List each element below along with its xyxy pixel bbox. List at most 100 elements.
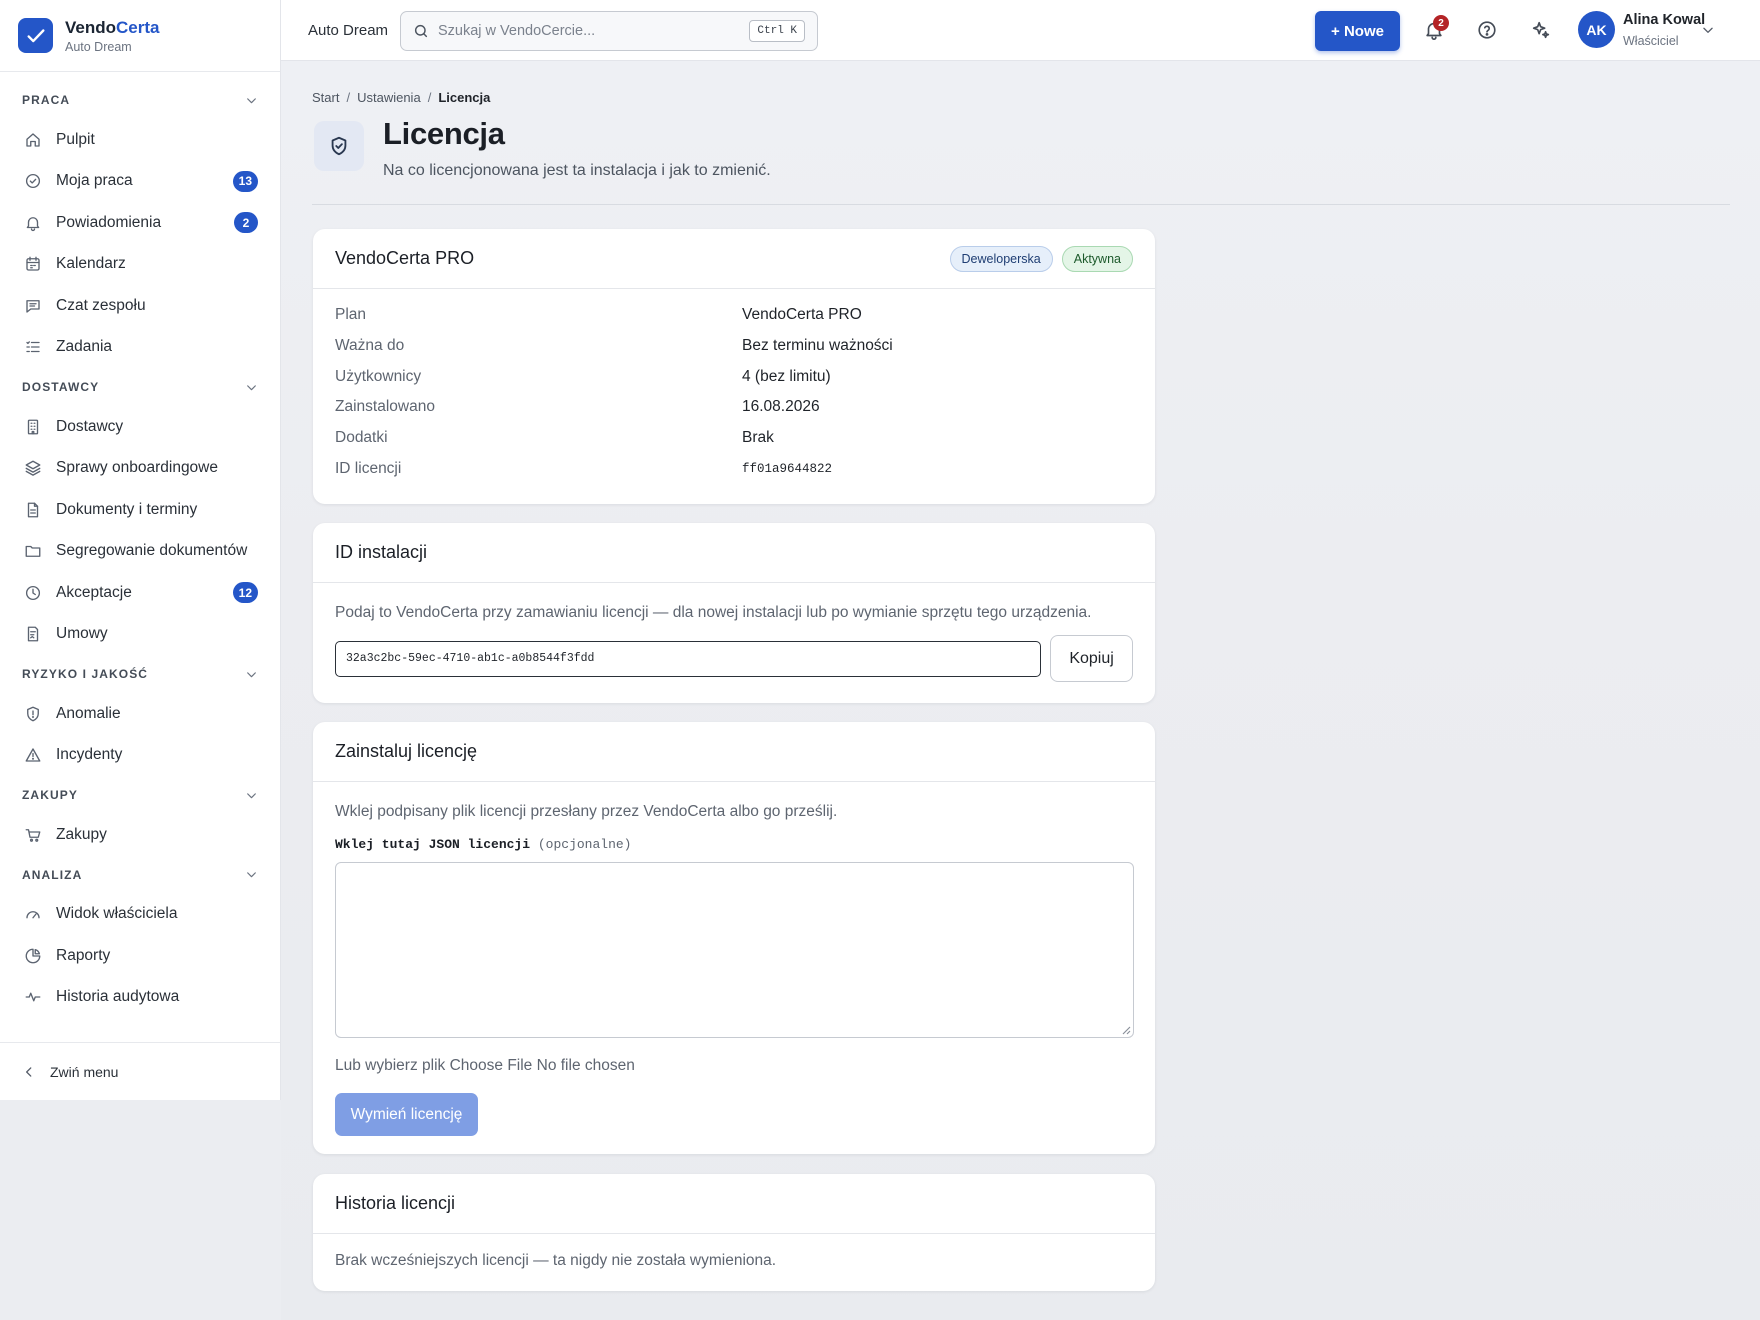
license-card-title: VendoCerta PRO [335, 248, 475, 268]
license-card-header: VendoCerta PRO Deweloperska Aktywna [313, 229, 1155, 289]
choose-file-button[interactable]: Choose File [450, 1057, 533, 1074]
sidebar-item-label: Dokumenty i terminy [56, 500, 198, 518]
sidebar-item-label: Historia audytowa [56, 988, 180, 1006]
sidebar-item[interactable]: Kalendarz [0, 244, 280, 286]
user-name[interactable]: Alina Kowal [1623, 12, 1705, 28]
install-license-description: Wklej podpisany plik licencji przesłany … [335, 803, 838, 820]
search-placeholder: Szukaj w VendoCercie... [438, 23, 596, 39]
sidebar-section-title: ANALIZA [22, 867, 83, 882]
sidebar-item[interactable]: Powiadomienia 2 [0, 202, 280, 244]
shield-check-icon [314, 121, 364, 171]
sidebar-item[interactable]: Dostawcy [0, 406, 280, 448]
calendar-icon [24, 255, 42, 273]
sidebar-item[interactable]: Akceptacje 12 [0, 572, 280, 614]
topbar: Auto Dream Szukaj w VendoCercie... Ctrl … [281, 0, 1760, 61]
sidebar-item[interactable]: Anomalie [0, 693, 280, 735]
sidebar-item[interactable]: Czat zespołu [0, 285, 280, 327]
chevron-down-icon [245, 789, 258, 802]
copy-button[interactable]: Kopiuj [1050, 635, 1133, 682]
json-field-label: Wklej tutaj JSON licencji (opcjonalne) [335, 837, 632, 852]
sidebar-item[interactable]: Segregowanie dokumentów [0, 531, 280, 573]
list-check-icon [24, 338, 42, 356]
chat-icon [24, 297, 42, 315]
help-icon[interactable] [1476, 19, 1498, 41]
sidebar-item-label: Akceptacje [56, 583, 132, 601]
cart-icon [24, 826, 42, 844]
collapse-menu-button[interactable]: Zwiń menu [0, 1042, 280, 1100]
sidebar-section-header[interactable]: DOSTAWCY [0, 368, 280, 406]
license-detail-row: Dodatki Brak [313, 423, 1155, 454]
license-history-card-title: Historia licencji [335, 1193, 456, 1213]
page-title: Licencja [383, 116, 505, 151]
install-id-description: Podaj to VendoCerta przy zamawianiu lice… [335, 604, 1092, 621]
sidebar-section-header[interactable]: ANALIZA [0, 856, 280, 894]
new-button[interactable]: + Nowe [1315, 11, 1400, 51]
breadcrumb: Start / Ustawienia / Licencja [312, 90, 491, 105]
sidebar-item-label: Pulpit [56, 130, 95, 148]
search-input[interactable]: Szukaj w VendoCercie... Ctrl K [400, 11, 818, 51]
sidebar-item[interactable]: Sprawy onboardingowe [0, 448, 280, 490]
brand-workspace: Auto Dream [65, 39, 132, 54]
folder-icon [24, 542, 42, 560]
search-icon [413, 23, 429, 39]
sidebar-item-label: Moja praca [56, 172, 133, 190]
sidebar-section-header[interactable]: ZAKUPY [0, 776, 280, 814]
brand[interactable]: VendoCerta Auto Dream [0, 0, 280, 72]
license-detail-key: Zainstalowano [335, 398, 435, 416]
sidebar-item[interactable]: Raporty [0, 935, 280, 977]
license-history-empty: Brak wcześniejszych licencji — ta nigdy … [335, 1252, 777, 1269]
building-icon [24, 418, 42, 436]
file-status: No file chosen [536, 1057, 635, 1074]
warning-icon [24, 746, 42, 764]
sidebar-item[interactable]: Zadania [0, 327, 280, 369]
sidebar-item[interactable]: Incydenty [0, 735, 280, 777]
license-history-card: Historia licencji Brak wcześniejszych li… [313, 1174, 1155, 1291]
main-content: Start / Ustawienia / Licencja Licencja Na co… [281, 61, 1760, 1320]
sidebar-section-title: DOSTAWCY [22, 380, 100, 394]
chevron-down-icon[interactable] [1701, 23, 1715, 37]
license-detail-value: ff01a9644822 [742, 461, 833, 476]
sidebar-item[interactable]: Widok właściciela [0, 894, 280, 936]
sidebar-item-label: Dostawcy [56, 417, 124, 435]
license-detail-value: 4 (bez limitu) [742, 367, 831, 385]
resize-grip-icon[interactable] [1121, 1025, 1131, 1035]
license-detail-row: Zainstalowano 16.08.2026 [313, 392, 1155, 423]
license-detail-key: Plan [335, 306, 367, 324]
sidebar-item[interactable]: Umowy [0, 614, 280, 656]
sidebar-item[interactable]: Historia audytowa [0, 977, 280, 1019]
sidebar-section-header[interactable]: RYZYKO I JAKOŚĆ [0, 655, 280, 693]
sidebar: VendoCerta Auto Dream PRACA Pulpit Moja pr… [0, 0, 281, 1100]
sidebar-section-header[interactable]: PRACA [0, 81, 280, 119]
count-badge: 2 [234, 212, 258, 234]
sidebar-item-label: Segregowanie dokumentów [56, 542, 248, 560]
sidebar-item[interactable]: Dokumenty i terminy [0, 489, 280, 531]
license-detail-row: ID licencji ff01a9644822 [313, 453, 1155, 484]
collapse-menu-label: Zwiń menu [50, 1063, 119, 1080]
chevron-down-icon [245, 94, 258, 107]
install-id-card: ID instalacji Podaj to VendoCerta przy z… [313, 523, 1155, 703]
breadcrumb-settings[interactable]: Ustawienia [357, 90, 421, 105]
replace-license-button[interactable]: Wymień licencję [335, 1093, 478, 1136]
sidebar-item[interactable]: Moja praca 13 [0, 161, 280, 203]
page-subtitle: Na co licencjonowana jest ta instalacja … [383, 162, 771, 179]
notifications-count-badge: 2 [1433, 15, 1449, 31]
license-json-textarea[interactable] [335, 862, 1134, 1038]
document-icon [24, 501, 42, 519]
sidebar-nav: PRACA Pulpit Moja praca 13 Powiadomienia 2 Kal… [0, 72, 280, 1018]
install-license-card: Zainstaluj licencję Wklej podpisany plik… [313, 722, 1155, 1154]
workspace-name[interactable]: Auto Dream [308, 22, 388, 39]
sidebar-item[interactable]: Zakupy [0, 814, 280, 856]
chevron-down-icon [245, 868, 258, 881]
breadcrumb-start[interactable]: Start [312, 90, 339, 105]
license-detail-value: Bez terminu ważności [742, 337, 893, 355]
sidebar-item[interactable]: Pulpit [0, 119, 280, 161]
sidebar-section-title: RYZYKO I JAKOŚĆ [22, 667, 149, 681]
avatar[interactable]: AK [1578, 11, 1615, 48]
install-id-field[interactable]: 32a3c2bc-59ec-4710-ab1c-a0b8544f3fdd [335, 640, 1042, 677]
license-detail-value: 16.08.2026 [742, 398, 820, 416]
sparkles-icon[interactable] [1530, 19, 1552, 41]
file-picker-label: Lub wybierz plik [335, 1057, 446, 1074]
user-role: Właściciel [1623, 34, 1679, 48]
file-picker-row: Lub wybierz plik Choose File No file cho… [335, 1057, 1133, 1075]
license-detail-value: Brak [742, 429, 774, 447]
